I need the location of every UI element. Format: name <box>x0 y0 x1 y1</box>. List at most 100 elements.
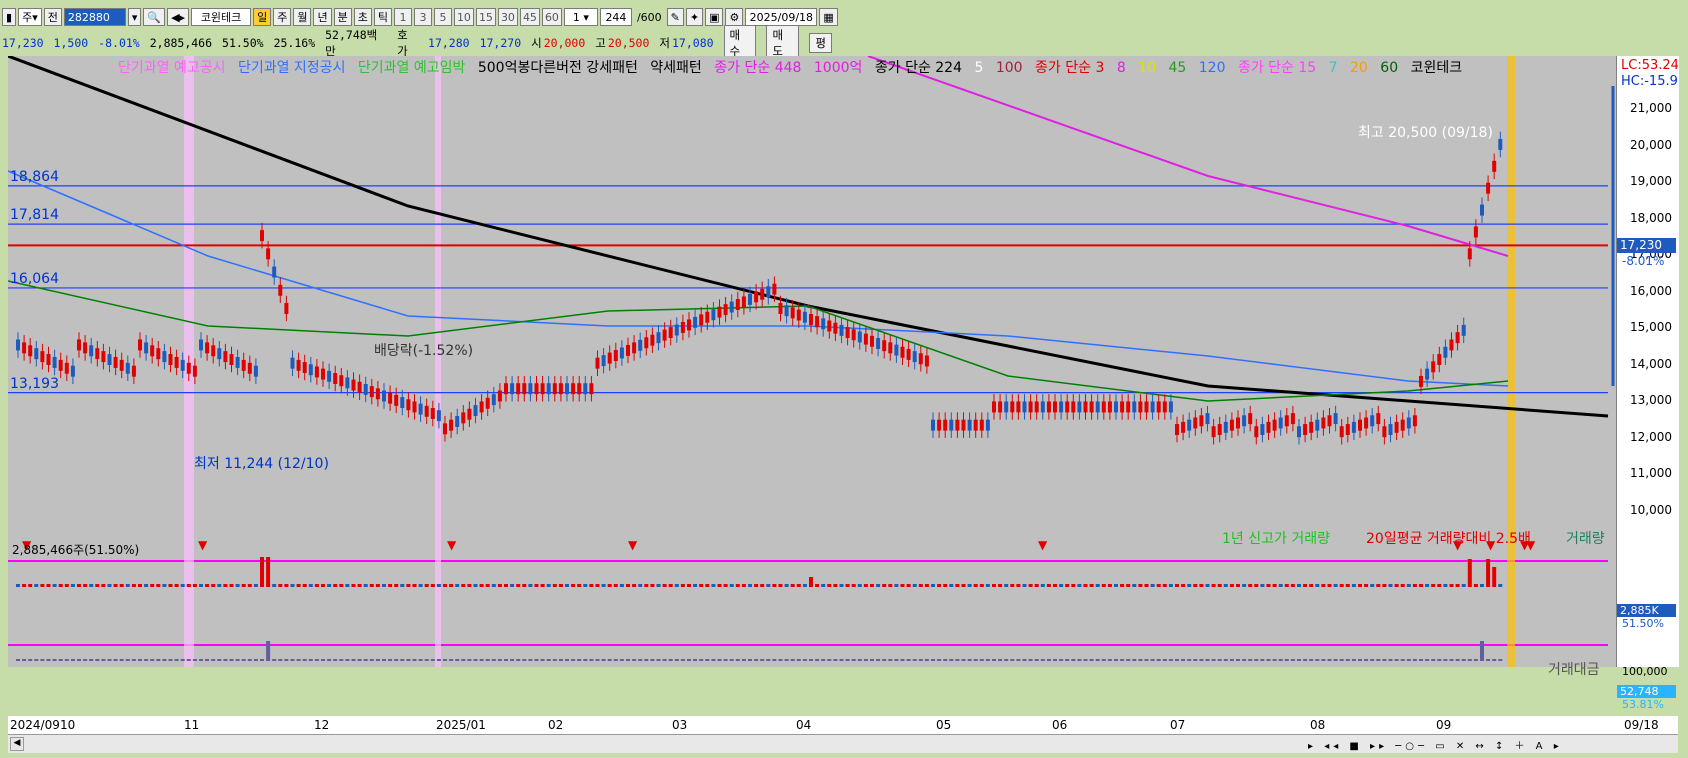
candle-body <box>1150 401 1155 413</box>
volume-bar <box>906 584 911 587</box>
tab-minute[interactable]: 분 <box>333 8 352 26</box>
interval-45[interactable]: 45 <box>519 8 540 26</box>
amount-legend[interactable]: 거래대금 <box>1548 659 1600 679</box>
magic-icon[interactable]: ✦ <box>685 8 704 26</box>
legend-item[interactable]: 45 <box>1168 60 1186 76</box>
amount-bar <box>388 659 393 661</box>
interval-1[interactable]: 1 <box>393 8 412 26</box>
candle-body <box>327 370 332 382</box>
amount-bar <box>992 659 996 661</box>
legend-item[interactable]: 120 <box>1199 60 1226 76</box>
legend-item[interactable]: 종가 단순 224 <box>875 60 962 76</box>
interval-select[interactable]: 1 ▾ <box>563 8 598 26</box>
tab-tick[interactable]: 틱 <box>373 8 392 26</box>
legend-item[interactable]: 종가 단순 15 <box>1238 60 1316 76</box>
volume-legend-item[interactable]: 20일평균 거래량대비 2.5배 <box>1366 528 1531 548</box>
tab-month[interactable]: 월 <box>293 8 312 26</box>
eval-button[interactable]: 평 <box>809 33 832 53</box>
count-input[interactable]: 244 <box>599 8 632 26</box>
tool-icon[interactable]: ✎ <box>666 8 684 26</box>
interval-60[interactable]: 60 <box>541 8 562 26</box>
prev-button[interactable]: 전 <box>43 8 62 26</box>
amount-bar <box>1272 659 1277 661</box>
volume-bar <box>796 584 801 587</box>
amount-bar <box>851 659 856 661</box>
volume-bar <box>174 584 179 587</box>
legend-item[interactable]: 7 <box>1329 60 1338 76</box>
volume-bar <box>1089 584 1094 587</box>
amount-bar <box>1211 659 1216 661</box>
date-input[interactable]: 2025/09/18 <box>745 8 818 26</box>
volume-bar <box>1126 584 1131 587</box>
legend-item[interactable]: 10 <box>1138 60 1156 76</box>
candle-body <box>1120 401 1125 413</box>
volume-bar <box>199 584 203 587</box>
tab-year[interactable]: 년 <box>313 8 332 26</box>
legend-item[interactable]: 60 <box>1380 60 1398 76</box>
volume-bar <box>863 584 868 587</box>
candle-body <box>1046 401 1051 413</box>
interval-30[interactable]: 30 <box>497 8 518 26</box>
speaker-icon[interactable]: ◀▸ <box>167 8 190 26</box>
tab-second[interactable]: 초 <box>353 8 372 26</box>
date-tick-label: 05 <box>936 718 952 732</box>
volume-legend-item[interactable]: 거래량 <box>1566 528 1605 548</box>
amount-bar <box>418 659 423 661</box>
count-total: /600 <box>636 10 662 24</box>
calendar-icon[interactable]: ▦ <box>819 8 838 26</box>
search-icon[interactable]: 🔍 <box>143 8 166 26</box>
save-icon[interactable]: ▣ <box>705 8 724 26</box>
interval-10[interactable]: 10 <box>453 8 474 26</box>
candle-body <box>912 351 917 363</box>
chart-icon[interactable]: ▮ <box>2 8 17 26</box>
legend-item[interactable]: 5 <box>974 60 983 76</box>
legend-item[interactable]: 100 <box>996 60 1023 76</box>
amount-bar <box>1412 659 1417 661</box>
volume-chart[interactable]: ▼ ▼ ▼ ▼ ▼ ▼ ▼ ▼ ▼ <box>8 531 1616 667</box>
legend-item[interactable]: 20 <box>1350 60 1368 76</box>
scroll-left-icon[interactable]: ◀ <box>10 737 24 751</box>
tab-week[interactable]: 주 <box>273 8 292 26</box>
volume-bar <box>1351 584 1356 587</box>
interval-15[interactable]: 15 <box>475 8 496 26</box>
legend-item[interactable]: 코윈테크 <box>1411 60 1463 76</box>
candle-body <box>430 408 435 419</box>
volume-bar <box>1327 584 1332 587</box>
legend-item[interactable]: 500억봉다른버전 강세패턴 <box>478 60 638 76</box>
stock-name[interactable]: 코윈테크 <box>191 8 252 26</box>
legend-item[interactable]: 종가 단순 3 <box>1035 60 1104 76</box>
amount-bar <box>369 659 374 661</box>
tab-day[interactable]: 일 <box>253 8 272 26</box>
candle-body <box>845 327 850 339</box>
candle-body <box>1144 401 1149 413</box>
legend-item[interactable]: 1000억 <box>814 60 863 76</box>
horizontal-scrollbar[interactable]: ◀ ▸ ◂◂ ■ ▸▸ ─○─ ▭ ✕ ↔ ↕ ＋ A ▸ <box>8 734 1678 753</box>
legend-item[interactable]: 종가 단순 448 <box>714 60 801 76</box>
candle-body <box>253 365 258 377</box>
legend-item[interactable]: 단기과열 지정공시 <box>238 60 346 76</box>
date-tick-label: 10 <box>60 718 76 732</box>
highlight-band <box>184 531 194 667</box>
navigation-icons[interactable]: ▸ ◂◂ ■ ▸▸ ─○─ ▭ ✕ ↔ ↕ ＋ A ▸ <box>1308 737 1638 752</box>
interval-3[interactable]: 3 <box>413 8 432 26</box>
legend-item[interactable]: 약세패턴 <box>650 60 702 76</box>
volume-bar <box>1315 584 1320 587</box>
volume-bar <box>260 557 264 587</box>
volume-bar <box>1339 584 1344 587</box>
volume-legend-item[interactable]: 1년 신고가 거래량 <box>1222 528 1330 548</box>
legend-item[interactable]: 단기과열 예고공시 <box>118 60 226 76</box>
amount-bar <box>28 659 33 661</box>
dropdown-icon[interactable]: ▾ <box>127 8 142 26</box>
interval-5[interactable]: 5 <box>433 8 452 26</box>
volume-bar <box>558 584 563 587</box>
period-select[interactable]: 주 ▾ <box>18 8 42 26</box>
stock-code-input[interactable]: 282880 <box>63 8 126 26</box>
volume-bar <box>1181 584 1186 587</box>
candle-body <box>144 342 149 354</box>
legend-item[interactable]: 8 <box>1117 60 1126 76</box>
legend-item[interactable]: 단기과열 예고임박 <box>358 60 466 76</box>
candle-body <box>223 351 228 363</box>
gear-icon[interactable]: ⚙ <box>725 8 744 26</box>
axis-tick-label: 10,000 <box>1630 502 1672 517</box>
amount-bar <box>583 659 588 661</box>
